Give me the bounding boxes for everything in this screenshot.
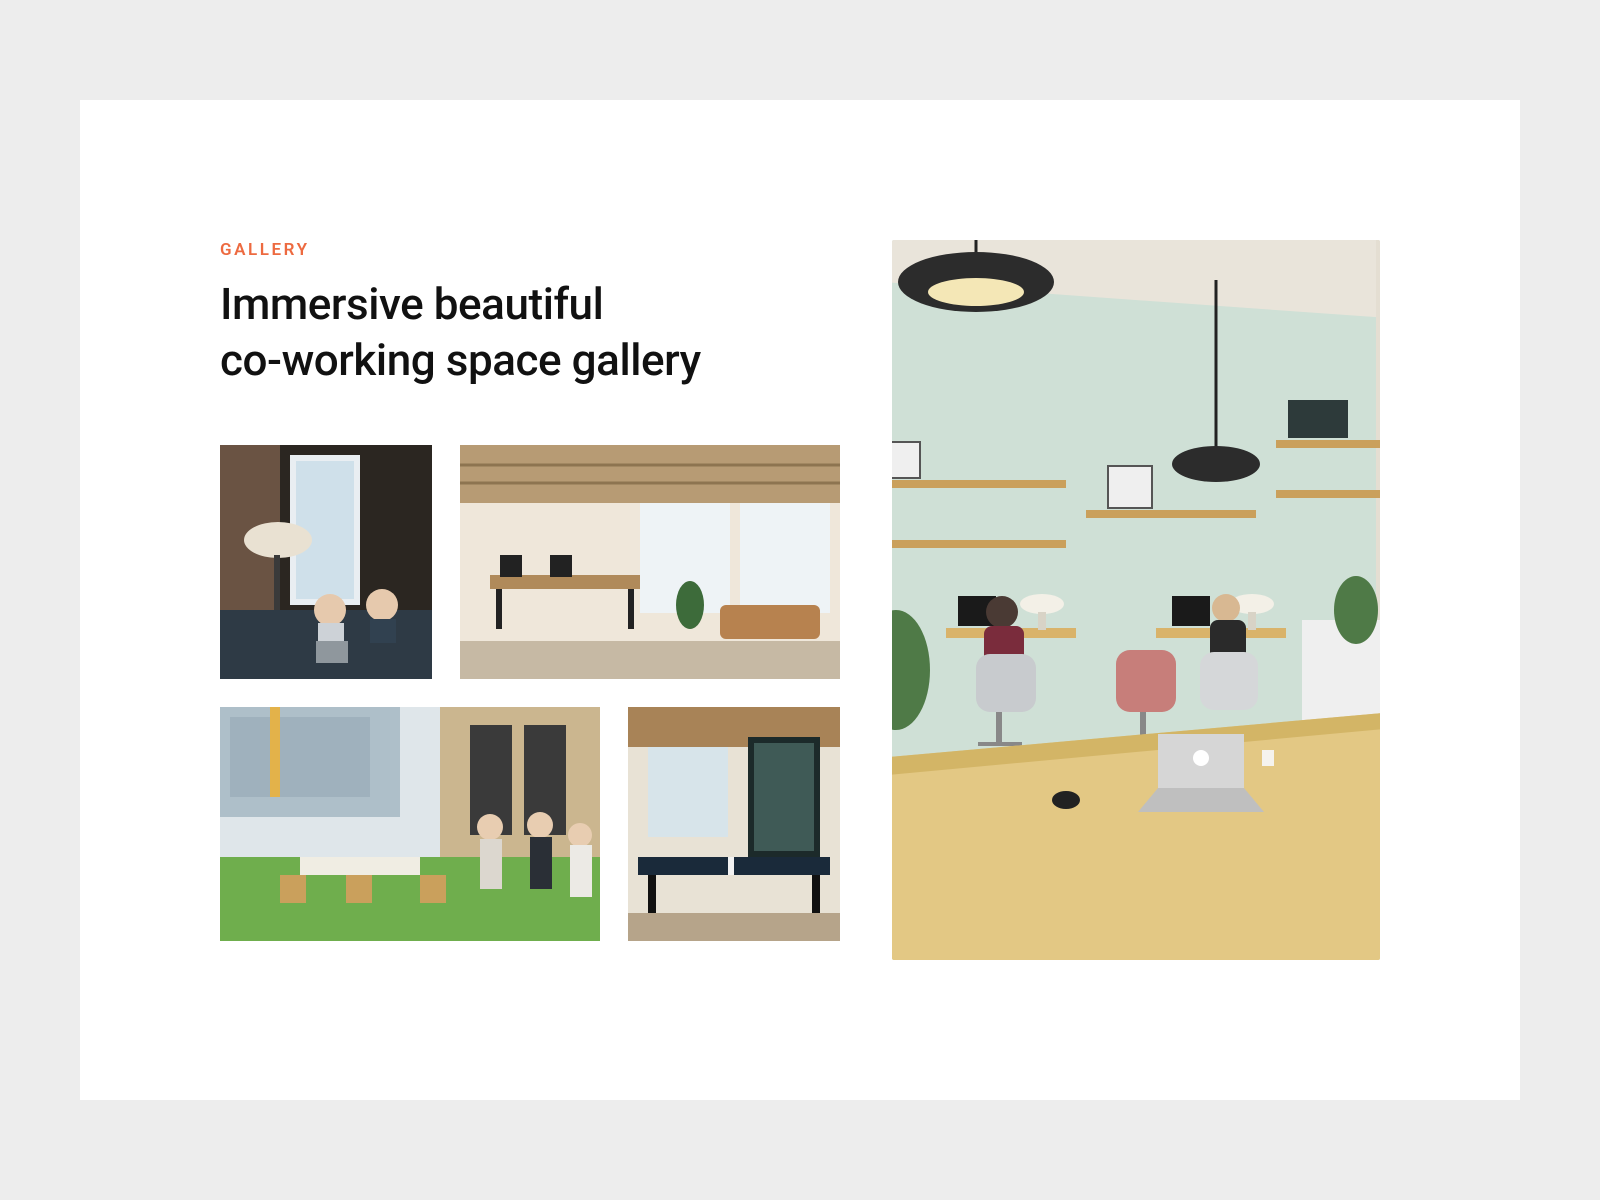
title-line-2: co-working space gallery — [220, 334, 701, 386]
gallery-card: GALLERY Immersive beautiful co-working s… — [80, 100, 1520, 1100]
title-line-1: Immersive beautiful — [220, 278, 603, 330]
thumb-games-room[interactable] — [628, 707, 840, 941]
left-column: GALLERY Immersive beautiful co-working s… — [220, 240, 860, 960]
hero-image[interactable] — [892, 240, 1380, 960]
page-title: Immersive beautiful co-working space gal… — [220, 276, 860, 389]
eyebrow-label: GALLERY — [220, 240, 860, 260]
thumb-row-2 — [220, 707, 860, 941]
thumb-lounge-window[interactable] — [220, 445, 432, 679]
thumb-row-1 — [220, 445, 840, 679]
thumb-terrace[interactable] — [220, 707, 600, 941]
thumb-open-office[interactable] — [460, 445, 840, 679]
